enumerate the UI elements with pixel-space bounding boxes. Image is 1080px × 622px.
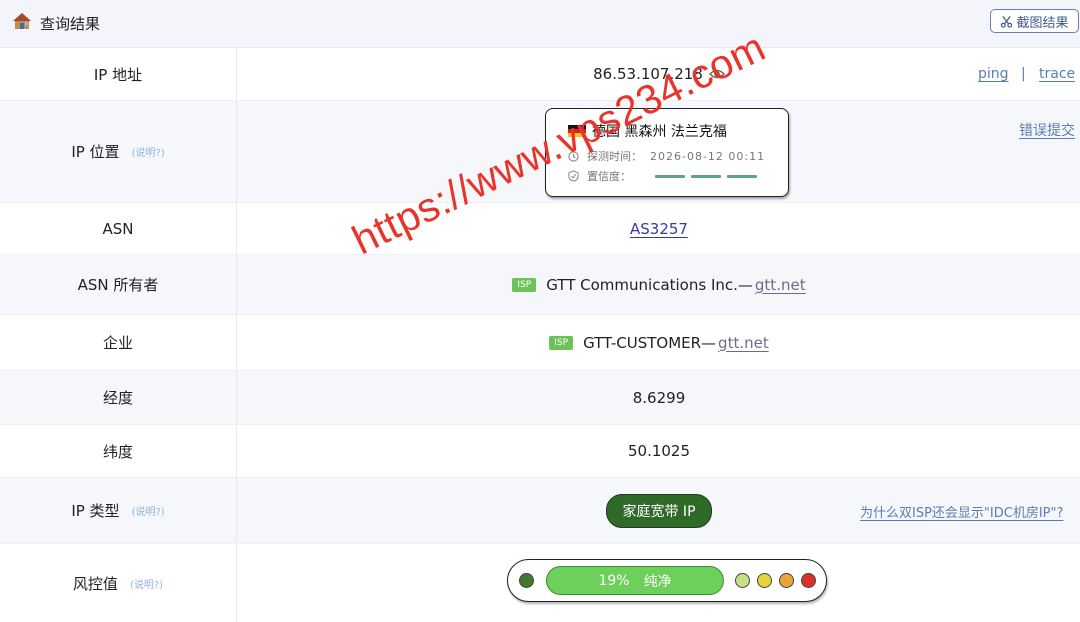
ip-location-label-text: IP 位置 — [71, 143, 120, 161]
isp-badge: ISP — [549, 335, 574, 350]
link-separator: | — [1021, 66, 1026, 82]
page-title: 查询结果 — [40, 15, 101, 33]
risk-dot-light-green — [735, 573, 750, 588]
risk-label-text: 风控值 — [72, 574, 118, 593]
location-place: 德国 黑森州 法兰克福 — [568, 121, 727, 141]
asn-label: ASN — [0, 203, 237, 254]
asn-owner-cell: ISP GTT Communications Inc.— gtt.net — [238, 255, 1080, 314]
confidence-label: 置信度： — [587, 170, 631, 183]
result-header: 查询结果 截图结果 — [0, 0, 1080, 48]
confidence-bars — [655, 174, 757, 178]
detect-time-label: 探测时间： — [587, 150, 642, 163]
report-error-link[interactable]: 错误提交 — [1019, 120, 1075, 140]
shield-check-icon — [568, 170, 579, 182]
asn-owner-label: ASN 所有者 — [0, 255, 237, 314]
home-icon — [13, 13, 31, 29]
detect-time-line: 探测时间： 2026-08-12 00:11 — [568, 148, 765, 164]
company-label: 企业 — [0, 315, 237, 370]
asn-link[interactable]: AS3257 — [630, 220, 688, 238]
ip-address-value: 86.53.107.218 — [593, 65, 703, 83]
risk-dot-dark-green — [519, 573, 534, 588]
ip-address-label-text: IP 地址 — [93, 65, 143, 84]
location-place-text: 德国 黑森州 法兰克福 — [592, 124, 727, 140]
asn-label-text: ASN — [102, 219, 134, 238]
longitude-label: 经度 — [0, 371, 237, 424]
location-card: 德国 黑森州 法兰克福 探测时间： 2026-08-12 00:11 置信度： — [545, 108, 789, 197]
clock-icon — [568, 150, 579, 162]
company-domain-link[interactable]: gtt.net — [718, 334, 769, 352]
confidence-bar — [727, 174, 757, 178]
row-ip-address: IP 地址 86.53.107.218 ping | trace — [0, 48, 1080, 101]
row-longitude: 经度 8.6299 — [0, 371, 1080, 425]
latitude-label: 纬度 — [0, 425, 237, 477]
risk-meter: 19% 纯净 — [507, 559, 827, 602]
confidence-line: 置信度： — [568, 168, 757, 184]
risk-dot-orange — [779, 573, 794, 588]
row-ip-type: IP 类型 (说明?) 家庭宽带 IP 为什么双ISP还会显示"IDC机房IP"… — [0, 478, 1080, 544]
ip-type-label: IP 类型 (说明?) — [0, 478, 237, 543]
ip-address-label: IP 地址 — [0, 48, 237, 100]
confidence-bar — [691, 174, 721, 178]
longitude-value: 8.6299 — [632, 388, 686, 407]
scissors-icon — [1001, 15, 1013, 28]
ip-type-pill: 家庭宽带 IP — [606, 493, 712, 528]
longitude-label-text: 经度 — [102, 389, 133, 407]
ip-type-note-link[interactable]: 为什么双ISP还会显示"IDC机房IP"? — [860, 502, 1063, 521]
risk-level: 纯净 — [643, 573, 672, 590]
risk-score-bar: 19% 纯净 — [546, 566, 724, 595]
ip-type-label-text: IP 类型 — [71, 502, 120, 520]
asn-owner-label-text: ASN 所有者 — [77, 276, 159, 294]
row-company: 企业 ISP GTT-CUSTOMER— gtt.net — [0, 315, 1080, 371]
asn-owner-domain-link[interactable]: gtt.net — [755, 276, 806, 294]
risk-hint-link[interactable]: (说明?) — [130, 576, 163, 591]
ip-address-cell: 86.53.107.218 — [238, 48, 1080, 100]
screenshot-button[interactable]: 截图结果 — [990, 9, 1079, 33]
row-latitude: 纬度 50.1025 — [0, 425, 1080, 478]
risk-dot-red — [801, 573, 816, 588]
ip-location-label: IP 位置 (说明?) — [0, 101, 237, 202]
germany-flag-icon — [568, 125, 586, 137]
company-cell: ISP GTT-CUSTOMER— gtt.net — [238, 315, 1080, 370]
confidence-bar — [655, 174, 685, 178]
company-label-text: 企业 — [102, 334, 133, 352]
row-asn-owner: ASN 所有者 ISP GTT Communications Inc.— gtt… — [0, 255, 1080, 315]
asn-cell: AS3257 — [238, 203, 1080, 254]
asn-owner-name: GTT Communications Inc.— — [546, 275, 753, 294]
trace-link[interactable]: trace — [1039, 66, 1075, 82]
row-ip-location: IP 位置 (说明?) 错误提交 — [0, 101, 1080, 203]
isp-badge: ISP — [512, 277, 537, 292]
risk-score: 19% — [598, 572, 630, 589]
risk-dot-yellow — [757, 573, 772, 588]
company-name: GTT-CUSTOMER— — [583, 333, 717, 352]
detect-time-value: 2026-08-12 00:11 — [650, 149, 766, 163]
latitude-label-text: 纬度 — [102, 442, 133, 461]
latitude-value: 50.1025 — [627, 442, 691, 460]
row-asn: ASN AS3257 — [0, 203, 1080, 255]
eye-icon[interactable] — [708, 68, 725, 80]
screenshot-button-label: 截图结果 — [1016, 15, 1069, 31]
ping-link[interactable]: ping — [978, 66, 1009, 82]
ip-type-hint-link[interactable]: (说明?) — [132, 503, 165, 518]
ip-location-hint-link[interactable]: (说明?) — [132, 144, 165, 159]
risk-label: 风控值 (说明?) — [0, 544, 237, 622]
